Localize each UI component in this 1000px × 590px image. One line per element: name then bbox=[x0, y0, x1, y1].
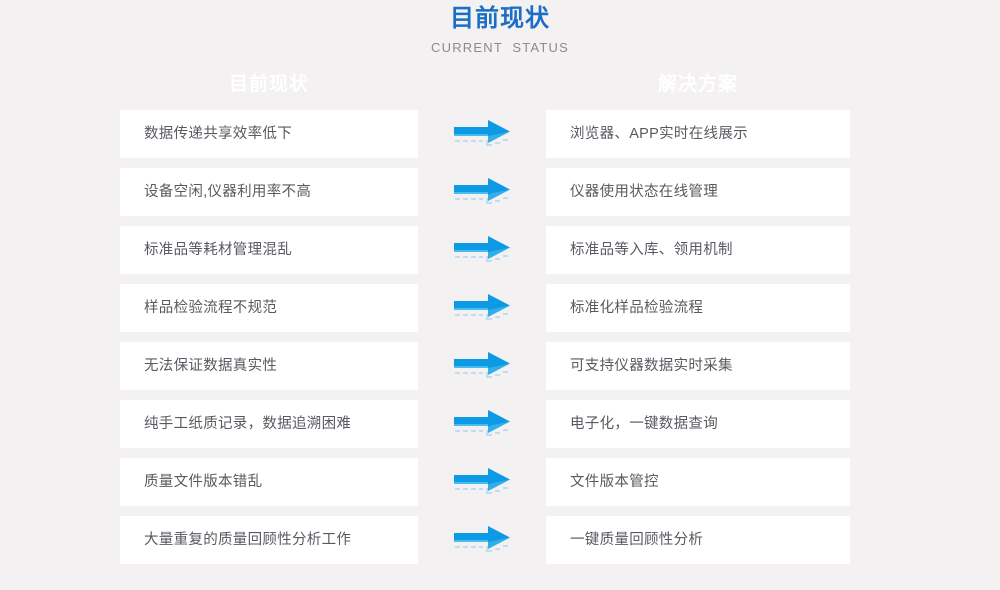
comparison-row: 样品检验流程不规范 标准化样品检验流程 bbox=[0, 284, 1000, 332]
problem-card: 设备空闲,仪器利用率不高 bbox=[120, 168, 418, 216]
problem-label: 设备空闲,仪器利用率不高 bbox=[144, 184, 312, 200]
solution-label: 文件版本管控 bbox=[570, 474, 659, 490]
comparison-rows: 数据传递共享效率低下 浏览器、APP实时在线展示设备空闲,仪器利用率不高 仪器使用状… bbox=[0, 110, 1000, 564]
comparison-row: 纯手工纸质记录，数据追溯困难 电子化，一键数据查询 bbox=[0, 400, 1000, 448]
comparison-row: 数据传递共享效率低下 浏览器、APP实时在线展示 bbox=[0, 110, 1000, 158]
arrow-right-icon bbox=[452, 176, 514, 210]
problem-card: 样品检验流程不规范 bbox=[120, 284, 418, 332]
solution-label: 一键质量回顾性分析 bbox=[570, 532, 704, 548]
arrow-right-icon bbox=[452, 234, 514, 268]
page-title: 目前现状 bbox=[450, 5, 550, 32]
column-heading-solutions: 解决方案 bbox=[657, 74, 738, 95]
arrow-right-icon bbox=[452, 408, 514, 442]
solution-label: 电子化，一键数据查询 bbox=[570, 416, 718, 432]
solution-card: 一键质量回顾性分析 bbox=[546, 516, 850, 564]
solution-card: 标准品等入库、领用机制 bbox=[546, 226, 850, 274]
comparison-row: 质量文件版本错乱 文件版本管控 bbox=[0, 458, 1000, 506]
page-root: 目前现状 CURRENT STATUS 目前现状 解决方案 数据传递共享效率低下… bbox=[0, 0, 1000, 590]
arrow-right-icon bbox=[452, 524, 514, 558]
solution-label: 可支持仪器数据实时采集 bbox=[570, 358, 733, 374]
problem-card: 数据传递共享效率低下 bbox=[120, 110, 418, 158]
solution-card: 浏览器、APP实时在线展示 bbox=[546, 110, 850, 158]
solution-card: 标准化样品检验流程 bbox=[546, 284, 850, 332]
arrow-right-icon bbox=[452, 466, 514, 500]
page-subtitle: CURRENT STATUS bbox=[431, 40, 569, 55]
problem-card: 质量文件版本错乱 bbox=[120, 458, 418, 506]
problem-label: 大量重复的质量回顾性分析工作 bbox=[144, 532, 352, 548]
problem-card: 标准品等耗材管理混乱 bbox=[120, 226, 418, 274]
solution-label: 浏览器、APP实时在线展示 bbox=[570, 126, 748, 142]
comparison-row: 设备空闲,仪器利用率不高 仪器使用状态在线管理 bbox=[0, 168, 1000, 216]
solution-card: 仪器使用状态在线管理 bbox=[546, 168, 850, 216]
page-header: 目前现状 CURRENT STATUS bbox=[0, 0, 1000, 56]
problem-label: 质量文件版本错乱 bbox=[144, 474, 263, 490]
comparison-row: 标准品等耗材管理混乱 标准品等入库、领用机制 bbox=[0, 226, 1000, 274]
arrow-right-icon bbox=[452, 350, 514, 384]
problem-label: 纯手工纸质记录，数据追溯困难 bbox=[144, 416, 352, 432]
problem-card: 无法保证数据真实性 bbox=[120, 342, 418, 390]
arrow-right-icon bbox=[452, 292, 514, 326]
arrow-right-icon bbox=[452, 118, 514, 152]
solution-label: 标准品等入库、领用机制 bbox=[570, 242, 733, 258]
problem-label: 数据传递共享效率低下 bbox=[144, 126, 292, 142]
problem-card: 大量重复的质量回顾性分析工作 bbox=[120, 516, 418, 564]
comparison-row: 大量重复的质量回顾性分析工作 一键质量回顾性分析 bbox=[0, 516, 1000, 564]
column-headings: 目前现状 解决方案 bbox=[0, 72, 1000, 106]
solution-card: 文件版本管控 bbox=[546, 458, 850, 506]
solution-card: 电子化，一键数据查询 bbox=[546, 400, 850, 448]
problem-label: 样品检验流程不规范 bbox=[144, 300, 278, 316]
solution-label: 仪器使用状态在线管理 bbox=[570, 184, 718, 200]
comparison-row: 无法保证数据真实性 可支持仪器数据实时采集 bbox=[0, 342, 1000, 390]
column-heading-problems: 目前现状 bbox=[228, 74, 309, 95]
problem-label: 无法保证数据真实性 bbox=[144, 358, 278, 374]
solution-card: 可支持仪器数据实时采集 bbox=[546, 342, 850, 390]
problem-card: 纯手工纸质记录，数据追溯困难 bbox=[120, 400, 418, 448]
solution-label: 标准化样品检验流程 bbox=[570, 300, 704, 316]
problem-label: 标准品等耗材管理混乱 bbox=[144, 242, 292, 258]
